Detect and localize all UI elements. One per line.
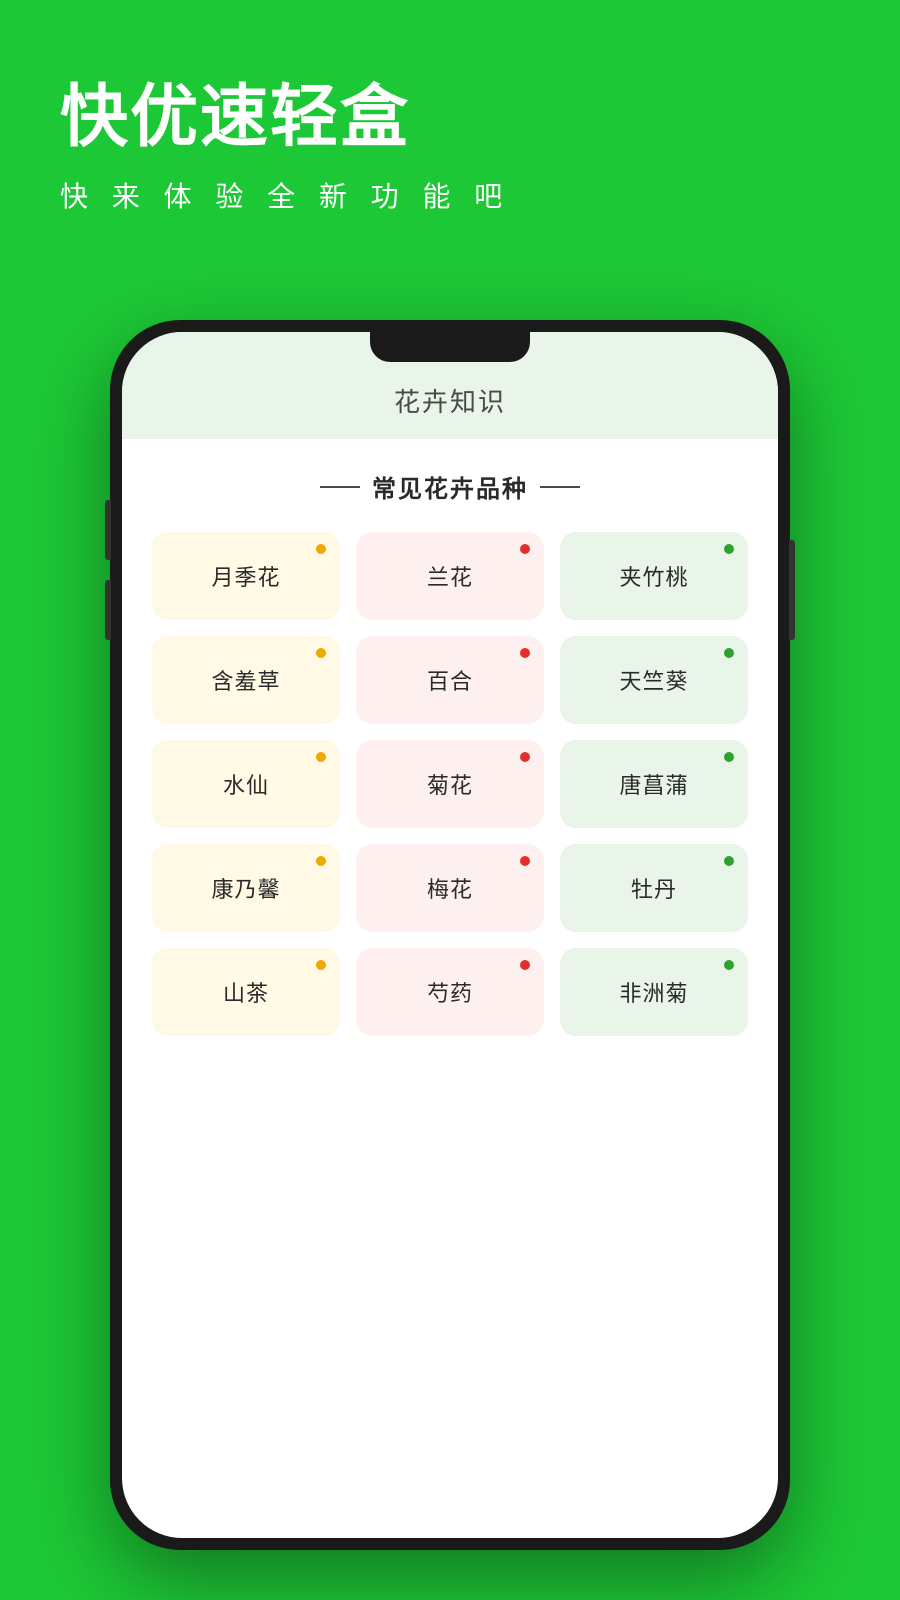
flower-card[interactable]: 非洲菊: [560, 948, 748, 1036]
flower-dot: [724, 960, 734, 970]
flower-dot: [520, 544, 530, 554]
phone-screen: 花卉知识 常见花卉品种 月季花 兰花 夹竹桃含羞草 百合 天竺葵水仙 菊花 唐菖蒲康乃馨 梅花…: [122, 332, 778, 1538]
flower-name: 康乃馨: [211, 872, 280, 904]
flower-dot: [520, 752, 530, 762]
flower-name: 唐菖蒲: [619, 768, 688, 800]
flower-dot: [316, 752, 326, 762]
section-header: 常见花卉品种: [152, 469, 748, 504]
flower-name: 水仙: [223, 768, 269, 800]
flower-card[interactable]: 梅花: [356, 844, 544, 932]
flower-card[interactable]: 百合: [356, 636, 544, 724]
flower-dot: [724, 752, 734, 762]
volume-up-button: [105, 500, 111, 560]
section-label: 常见花卉品种: [372, 469, 528, 504]
flower-card[interactable]: 山茶: [152, 948, 340, 1036]
volume-down-button: [105, 580, 111, 640]
flower-dot: [520, 648, 530, 658]
phone-frame: 花卉知识 常见花卉品种 月季花 兰花 夹竹桃含羞草 百合 天竺葵水仙 菊花 唐菖蒲康乃馨 梅花…: [110, 320, 790, 1550]
flower-card[interactable]: 芍药: [356, 948, 544, 1036]
flower-name: 含羞草: [211, 664, 280, 696]
app-title: 快优速轻盒: [60, 80, 510, 155]
flower-dot: [316, 648, 326, 658]
flower-card[interactable]: 含羞草: [152, 636, 340, 724]
flower-card[interactable]: 唐菖蒲: [560, 740, 748, 828]
screen-body: 常见花卉品种 月季花 兰花 夹竹桃含羞草 百合 天竺葵水仙 菊花 唐菖蒲康乃馨 梅花 牡丹山茶 芍…: [122, 439, 778, 1066]
flower-dot: [724, 648, 734, 658]
flower-name: 牡丹: [631, 872, 677, 904]
flower-card[interactable]: 水仙: [152, 740, 340, 828]
flower-dot: [316, 960, 326, 970]
flower-name: 山茶: [223, 976, 269, 1008]
flower-name: 菊花: [427, 768, 473, 800]
flower-card[interactable]: 兰花: [356, 532, 544, 620]
flower-name: 非洲菊: [619, 976, 688, 1008]
app-subtitle: 快 来 体 验 全 新 功 能 吧: [60, 175, 510, 215]
flower-card[interactable]: 菊花: [356, 740, 544, 828]
flower-name: 天竺葵: [619, 664, 688, 696]
flower-name: 兰花: [427, 560, 473, 592]
flower-name: 百合: [427, 664, 473, 696]
flower-dot: [520, 960, 530, 970]
flower-name: 夹竹桃: [619, 560, 688, 592]
flower-name: 月季花: [211, 560, 280, 592]
flower-dot: [724, 856, 734, 866]
flower-card[interactable]: 天竺葵: [560, 636, 748, 724]
flower-dot: [316, 856, 326, 866]
phone-notch: [370, 332, 530, 362]
flower-card[interactable]: 夹竹桃: [560, 532, 748, 620]
flower-card[interactable]: 康乃馨: [152, 844, 340, 932]
flower-dot: [724, 544, 734, 554]
flower-card[interactable]: 牡丹: [560, 844, 748, 932]
flower-name: 芍药: [427, 976, 473, 1008]
flower-dot: [316, 544, 326, 554]
screen-title: 花卉知识: [142, 382, 758, 419]
flower-dot: [520, 856, 530, 866]
power-button: [789, 540, 795, 640]
flower-name: 梅花: [427, 872, 473, 904]
divider-left: [320, 486, 360, 488]
flower-grid: 月季花 兰花 夹竹桃含羞草 百合 天竺葵水仙 菊花 唐菖蒲康乃馨 梅花 牡丹山茶 芍药 非洲菊: [152, 532, 748, 1036]
header-section: 快优速轻盒 快 来 体 验 全 新 功 能 吧: [60, 80, 510, 215]
flower-card[interactable]: 月季花: [152, 532, 340, 620]
divider-right: [540, 486, 580, 488]
